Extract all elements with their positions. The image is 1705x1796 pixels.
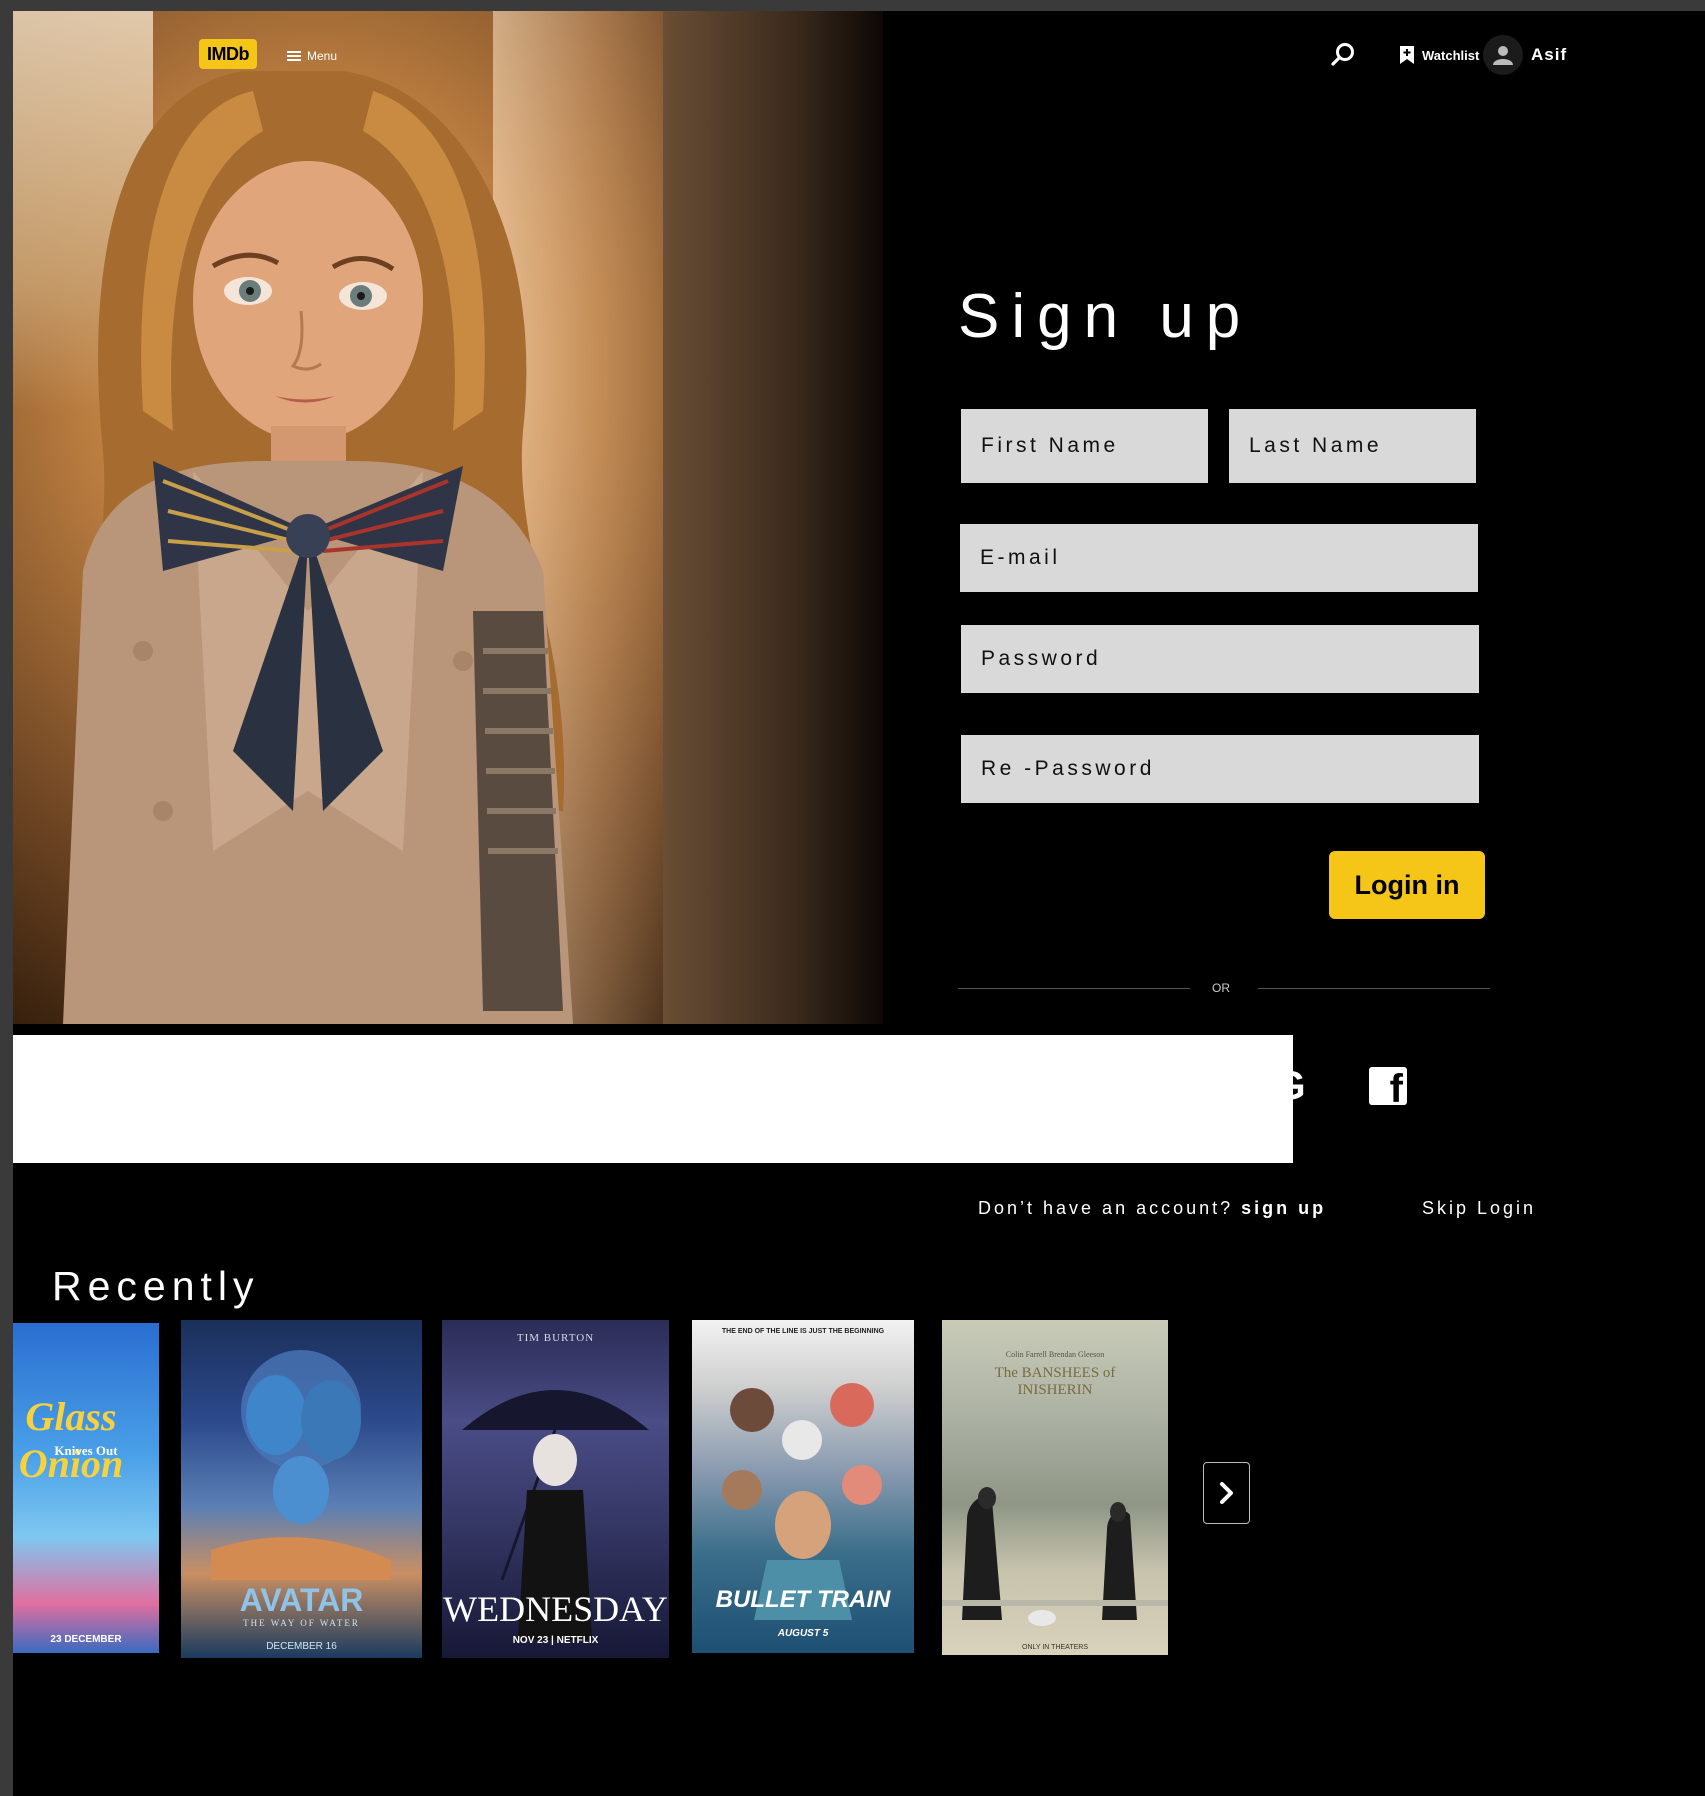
poster-avatar[interactable]: AVATAR THE WAY OF WATER DECEMBER 16	[181, 1320, 422, 1658]
blank-overlay	[13, 1035, 1293, 1163]
poster-title: BULLET TRAIN	[715, 1586, 891, 1613]
poster-subtitle: Knives Out	[54, 1443, 118, 1458]
poster-subtitle: THE END OF THE LINE IS JUST THE BEGINNIN…	[721, 1328, 885, 1335]
poster-subtitle: Colin Farrell Brendan Gleeson	[1005, 1350, 1105, 1359]
chevron-right-icon	[1220, 1482, 1233, 1504]
signup-prompt: Don’t have an account? sign up	[978, 1198, 1326, 1219]
bookmark-plus-icon	[1400, 46, 1414, 64]
page-title: Sign up	[958, 282, 1253, 351]
skip-login-link[interactable]: Skip Login	[1422, 1198, 1536, 1219]
watchlist-label: Watchlist	[1422, 47, 1480, 63]
watchlist-button[interactable]: Watchlist	[1400, 46, 1479, 64]
page: IMDb Menu Watchlist Asif Sign up Login i…	[13, 11, 1705, 1796]
menu-button[interactable]: Menu	[287, 49, 337, 63]
signup-link[interactable]: sign up	[1241, 1198, 1326, 1218]
poster-title: WEDNESDAY	[443, 1589, 668, 1629]
recently-title: Recently	[52, 1263, 260, 1309]
poster-wednesday[interactable]: TIM BURTON WEDNESDAY NOV 23 | NETFLIX	[442, 1320, 669, 1658]
poster-date: DECEMBER 16	[266, 1641, 337, 1652]
poster-date: 23 DECEMBER	[50, 1634, 122, 1645]
poster-title: The BANSHEES of INISHERIN	[994, 1365, 1116, 1398]
poster-date: AUGUST 5	[777, 1628, 829, 1639]
repassword-field[interactable]	[961, 735, 1479, 803]
poster-banshees[interactable]: Colin Farrell Brendan Gleeson The BANSHE…	[942, 1320, 1168, 1655]
login-button[interactable]: Login in	[1329, 851, 1485, 919]
poster-glass-onion[interactable]: Glass Onion Knives Out 23 DECEMBER	[13, 1323, 159, 1653]
poster-subtitle: TIM BURTON	[516, 1332, 595, 1344]
signup-prompt-text: Don’t have an account?	[978, 1198, 1234, 1218]
poster-subtitle: THE WAY OF WATER	[243, 1618, 360, 1628]
poster-title: Glass Onion	[18, 1394, 124, 1486]
imdb-logo[interactable]: IMDb	[199, 39, 257, 69]
first-name-field[interactable]	[961, 409, 1208, 483]
hero-image	[13, 11, 883, 1024]
menu-label: Menu	[307, 49, 338, 63]
divider	[958, 988, 1190, 989]
divider	[1258, 988, 1490, 989]
poster-bullet-train[interactable]: THE END OF THE LINE IS JUST THE BEGINNIN…	[692, 1320, 914, 1653]
user-menu[interactable]: Asif	[1483, 35, 1567, 75]
poster-title: AVATAR	[239, 1582, 364, 1618]
facebook-icon[interactable]: f	[1369, 1067, 1407, 1109]
poster-date: NOV 23 | NETFLIX	[512, 1635, 599, 1646]
search-icon[interactable]	[1329, 41, 1357, 69]
poster-date: ONLY IN THEATERS	[1022, 1644, 1088, 1651]
top-nav: IMDb Menu Watchlist Asif	[13, 11, 1705, 97]
password-field[interactable]	[961, 625, 1479, 693]
email-field[interactable]	[960, 524, 1478, 592]
last-name-field[interactable]	[1229, 409, 1476, 483]
user-icon	[1483, 35, 1523, 75]
hamburger-icon	[287, 51, 301, 61]
doll-figure	[63, 71, 573, 1024]
or-label: OR	[1212, 981, 1230, 995]
next-button[interactable]	[1203, 1462, 1250, 1524]
user-name: Asif	[1531, 45, 1568, 64]
